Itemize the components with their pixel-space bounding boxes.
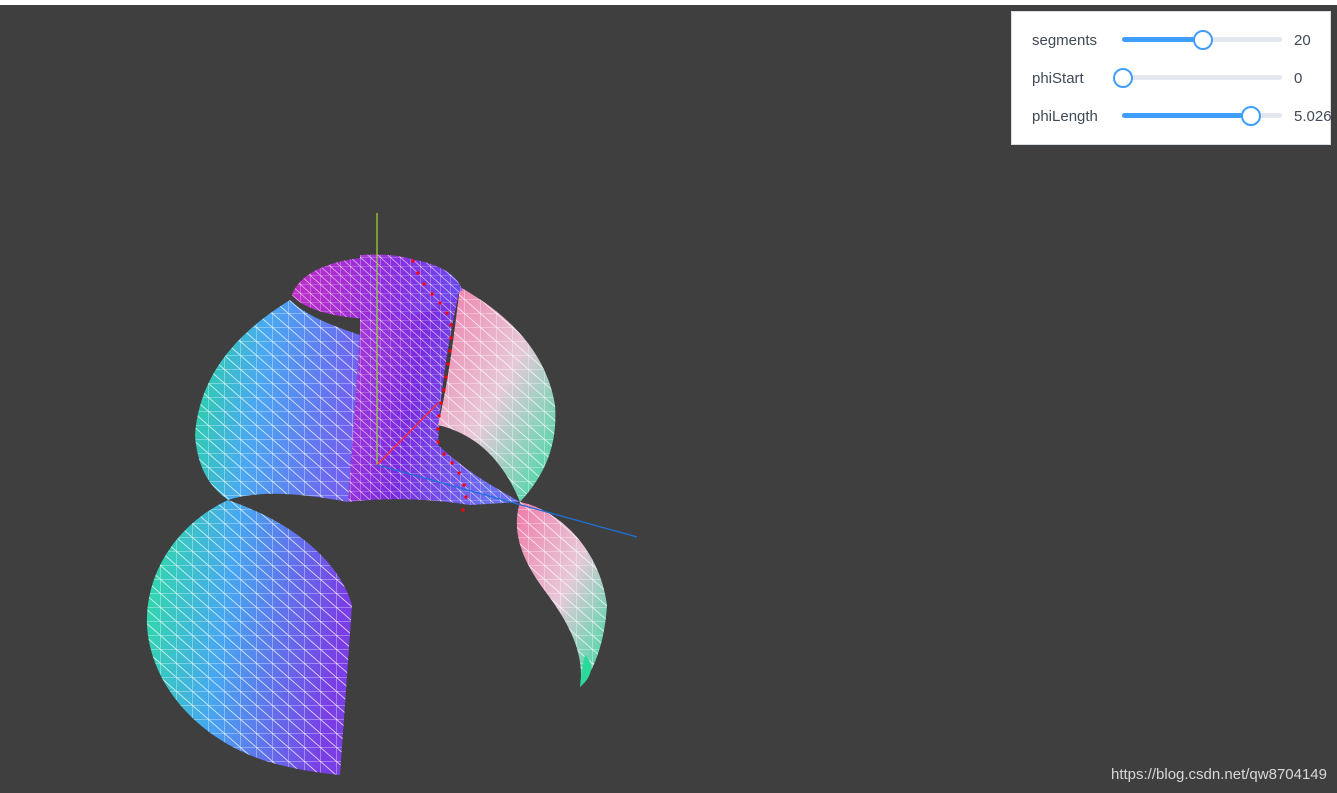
profile-point xyxy=(437,414,441,418)
phistart-value: 0 xyxy=(1294,70,1303,87)
profile-point xyxy=(436,440,440,444)
controls-panel: segments 20 phiStart 0 phiLength 5.026 xyxy=(1011,11,1332,145)
slider-fill xyxy=(1122,113,1250,118)
phistart-slider[interactable] xyxy=(1113,68,1282,88)
slider-thumb[interactable] xyxy=(1193,30,1213,50)
front-bulb-lower xyxy=(146,500,352,775)
profile-point xyxy=(439,401,443,405)
profile-point xyxy=(464,495,468,499)
slider-fill xyxy=(1122,37,1202,42)
profile-point xyxy=(436,427,440,431)
profile-point xyxy=(442,388,446,392)
philength-value: 5.026 xyxy=(1294,108,1332,125)
control-phistart: phiStart 0 xyxy=(1012,58,1332,96)
phistart-label: phiStart xyxy=(1032,70,1084,87)
profile-point xyxy=(461,508,465,512)
profile-point xyxy=(448,349,452,353)
profile-point xyxy=(449,336,453,340)
front-bulb-upper xyxy=(195,300,360,502)
watermark: https://blog.csdn.net/qw8704149 xyxy=(1111,766,1327,783)
profile-point xyxy=(449,323,453,327)
profile-point xyxy=(446,362,450,366)
profile-point xyxy=(430,292,434,296)
profile-point xyxy=(422,282,426,286)
profile-point xyxy=(416,271,420,275)
profile-point xyxy=(444,375,448,379)
slider-thumb[interactable] xyxy=(1241,106,1261,126)
slider-thumb[interactable] xyxy=(1113,68,1133,88)
profile-point xyxy=(411,259,415,263)
profile-point xyxy=(442,452,446,456)
slider-track xyxy=(1122,75,1282,80)
profile-point xyxy=(445,311,449,315)
philength-slider[interactable] xyxy=(1122,106,1282,126)
segments-value: 20 xyxy=(1294,32,1311,49)
segments-slider[interactable] xyxy=(1122,30,1282,50)
segments-label: segments xyxy=(1032,32,1098,49)
profile-point xyxy=(462,483,466,487)
profile-point xyxy=(450,461,454,465)
control-philength: phiLength 5.026 xyxy=(1012,96,1332,134)
control-segments: segments 20 xyxy=(1012,20,1332,58)
philength-label: phiLength xyxy=(1032,108,1098,125)
right-ribbon-lower xyxy=(516,502,607,687)
profile-point xyxy=(438,301,442,305)
profile-point xyxy=(457,471,461,475)
